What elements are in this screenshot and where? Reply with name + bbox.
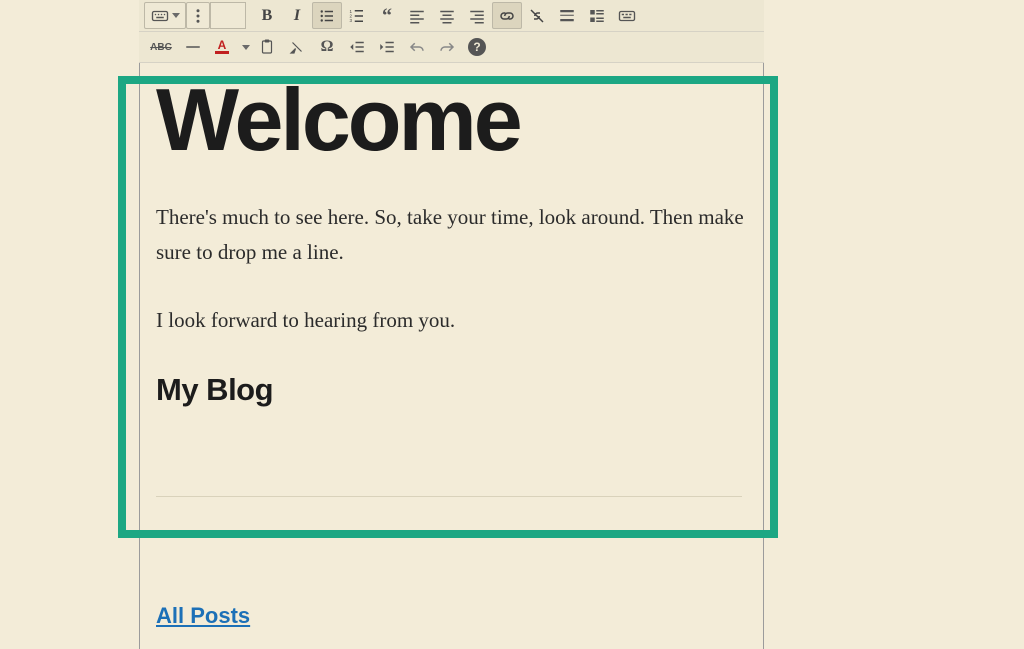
align-right-button[interactable] — [462, 2, 492, 29]
remove-link-button[interactable] — [522, 2, 552, 29]
help-icon: ? — [468, 38, 486, 56]
clear-formatting-button[interactable] — [282, 34, 312, 61]
link-icon — [498, 7, 516, 25]
blockquote-icon: “ — [382, 12, 392, 20]
keyboard-shortcuts-icon — [618, 7, 636, 25]
align-center-button[interactable] — [432, 2, 462, 29]
read-more-icon — [558, 7, 576, 25]
numbered-list-icon: 1 2 3 — [348, 7, 366, 25]
svg-text:3: 3 — [350, 18, 353, 23]
indent-button[interactable] — [372, 34, 402, 61]
page-heading[interactable]: Welcome — [156, 76, 746, 164]
keyboard-shortcuts-button[interactable] — [612, 2, 642, 29]
bold-button[interactable]: B — [252, 2, 282, 29]
more-vertical-icon — [189, 7, 207, 25]
align-right-icon — [468, 7, 486, 25]
align-left-icon — [408, 7, 426, 25]
chevron-down-icon — [242, 45, 250, 50]
bold-glyph: B — [262, 7, 273, 25]
text-color-button[interactable]: A — [208, 34, 236, 61]
italic-glyph: I — [294, 7, 300, 25]
unlink-icon — [528, 7, 546, 25]
undo-button[interactable] — [402, 34, 432, 61]
insert-read-more-button[interactable] — [552, 2, 582, 29]
insert-link-button[interactable] — [492, 2, 522, 29]
align-left-button[interactable] — [402, 2, 432, 29]
horizontal-rule-button[interactable] — [178, 34, 208, 61]
special-character-button[interactable]: Ω — [312, 34, 342, 61]
editor-content[interactable]: Welcome There's much to see here. So, ta… — [156, 70, 746, 497]
paragraph-1[interactable]: There's much to see here. So, take your … — [156, 200, 746, 269]
paste-icon — [258, 38, 276, 56]
blockquote-button[interactable]: “ — [372, 2, 402, 29]
paragraph-2[interactable]: I look forward to hearing from you. — [156, 303, 746, 338]
clear-formatting-icon — [288, 38, 306, 56]
outdent-icon — [348, 38, 366, 56]
paste-as-text-button[interactable] — [252, 34, 282, 61]
toolbar-row-1: B I 1 2 3 “ — [139, 0, 764, 31]
more-options-button[interactable] — [186, 2, 210, 29]
unordered-list-button[interactable] — [312, 2, 342, 29]
indent-icon — [378, 38, 396, 56]
align-center-icon — [438, 7, 456, 25]
toolbar-toggle-button[interactable] — [582, 2, 612, 29]
help-button[interactable]: ? — [462, 34, 492, 61]
omega-icon: Ω — [321, 38, 334, 56]
italic-button[interactable]: I — [282, 2, 312, 29]
ordered-list-button[interactable]: 1 2 3 — [342, 2, 372, 29]
all-posts-link-wrap: All Posts — [156, 603, 250, 629]
redo-icon — [438, 38, 456, 56]
strikethrough-glyph: ABC — [150, 42, 172, 53]
page-subheading[interactable]: My Blog — [156, 372, 746, 408]
text-color-icon: A — [211, 34, 233, 61]
undo-icon — [408, 38, 426, 56]
editor-toolbar: B I 1 2 3 “ — [139, 0, 764, 63]
keyboard-icon — [151, 7, 169, 25]
toolbar-toggle-icon — [588, 7, 606, 25]
horizontal-rule-icon — [184, 38, 202, 56]
strikethrough-button[interactable]: ABC — [144, 34, 178, 61]
outdent-button[interactable] — [342, 34, 372, 61]
keyboard-layouts-button[interactable] — [144, 2, 186, 29]
block-format-dropdown[interactable] — [210, 2, 246, 29]
text-color-dropdown[interactable] — [236, 34, 252, 61]
content-divider — [156, 496, 742, 497]
bullet-list-icon — [318, 7, 336, 25]
toolbar-row-2: ABC A Ω — [139, 31, 764, 62]
all-posts-link[interactable]: All Posts — [156, 603, 250, 628]
redo-button[interactable] — [432, 34, 462, 61]
